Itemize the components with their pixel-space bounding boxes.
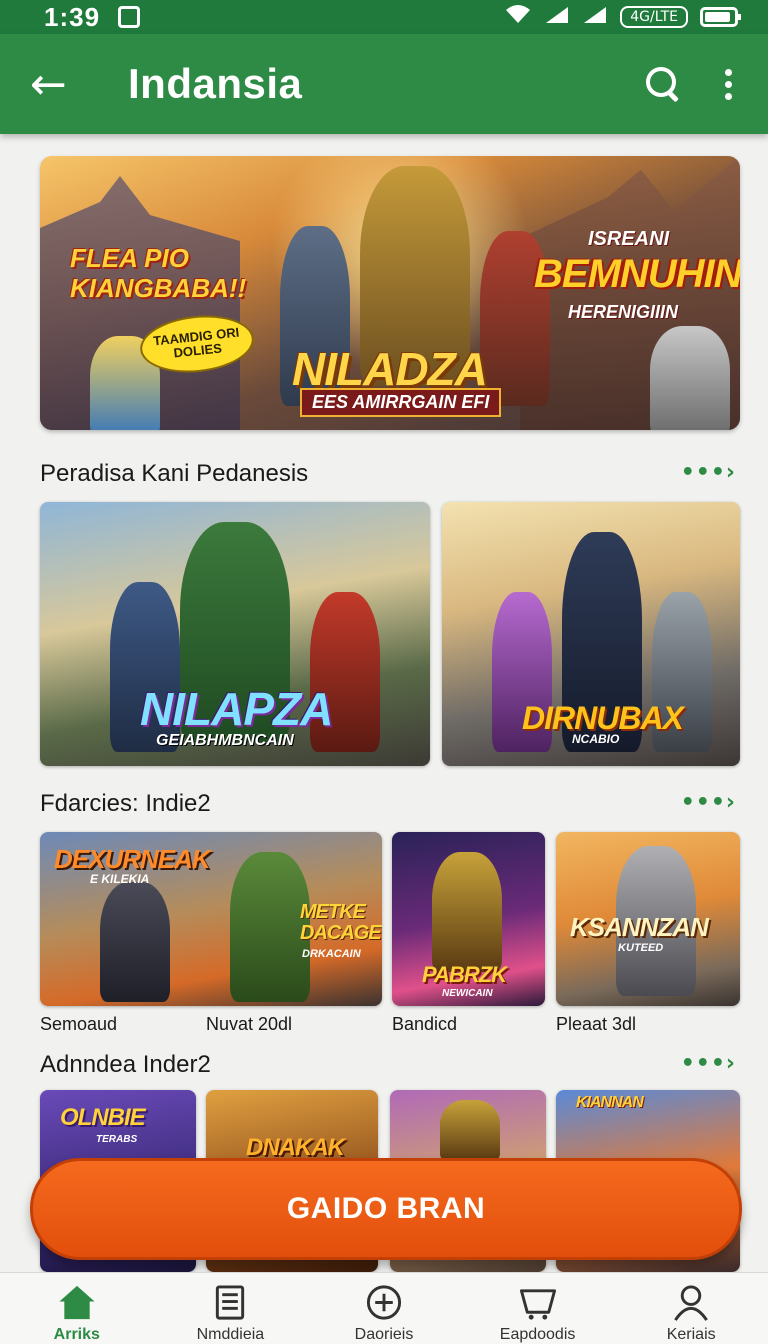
page-title: Indansia <box>128 60 303 107</box>
game-card[interactable]: KSANNZAN KUTEED <box>556 832 740 1006</box>
hero-logo-sub: EES AMIRRGAIN EFI <box>300 388 502 417</box>
status-time: 1:39 <box>44 1 101 32</box>
add-circle-icon <box>366 1285 402 1320</box>
nav-label: Eapdoodis <box>499 1326 576 1343</box>
app-bar-actions <box>646 67 738 101</box>
search-icon[interactable] <box>646 67 680 101</box>
app-bar: ← Indansia <box>0 34 768 134</box>
wifi-icon <box>504 3 532 31</box>
nav-item-news[interactable]: Nmddieia <box>154 1273 308 1344</box>
card-art <box>230 852 310 1002</box>
section-title: Adnndea Inder2 <box>40 1051 211 1078</box>
card-art <box>440 1100 500 1160</box>
cta-button[interactable]: GAIDO BRAN <box>30 1158 742 1260</box>
status-bar: 1:39 4G/LTE <box>0 0 768 34</box>
news-icon <box>216 1285 245 1320</box>
hero-left-line1: FLEA PIO <box>70 243 189 273</box>
card-caption: Nuvat 20dl <box>206 1014 293 1034</box>
arrow-left-icon[interactable]: ← <box>30 59 86 110</box>
nav-label: Daorieis <box>354 1326 414 1343</box>
nav-label: Arriks <box>53 1326 100 1343</box>
network-badge: 4G/LTE <box>620 6 688 28</box>
hero-left-text: FLEA PIO KIANGBABA!! <box>70 243 247 304</box>
cta-label: GAIDO BRAN <box>286 1192 486 1225</box>
game-card[interactable]: DIRNUBAX NCABIO <box>442 502 740 766</box>
card-subtitle: GEIABHMBNCAIN <box>156 732 294 749</box>
more-icon[interactable]: •••› <box>681 1051 736 1076</box>
hero-left-line2: KIANGBABA!! <box>70 272 247 303</box>
hero-right-sub: HERENIGIIIN <box>568 302 679 322</box>
nav-item-add[interactable]: Daorieis <box>307 1273 461 1344</box>
card-caption: Bandicd <box>392 1014 458 1034</box>
card-subtitle: E KILEKIA <box>90 872 150 886</box>
status-icons: 4G/LTE <box>504 3 741 31</box>
cart-icon <box>519 1289 556 1320</box>
note-icon <box>118 6 141 28</box>
nav-item-cart[interactable]: Eapdoodis <box>461 1273 615 1344</box>
more-icon[interactable]: •••› <box>681 790 736 815</box>
game-card[interactable]: NILAPZA GEIABHMBNCAIN <box>40 502 430 766</box>
card-title: OLNBIE <box>60 1104 146 1131</box>
profile-icon <box>674 1285 708 1321</box>
more-icon[interactable]: •••› <box>681 460 736 485</box>
section-title: Peradisa Kani Pedanesis <box>40 460 309 487</box>
card-art <box>432 852 502 972</box>
hero-right-big: BEMNUHIN <box>534 252 740 296</box>
card-title: PABRZK <box>422 962 507 987</box>
card-title: KSANNZAN <box>570 912 709 942</box>
nav-item-profile[interactable]: Keriais <box>614 1273 768 1344</box>
card-art <box>100 882 170 1002</box>
signal-icon <box>544 5 570 30</box>
nav-item-home[interactable]: Arriks <box>0 1273 154 1344</box>
bottom-nav: Arriks Nmddieia Daorieis Eapdoodis Keria… <box>0 1272 768 1344</box>
card-extra-subtitle: DRKACAIN <box>302 948 361 960</box>
nav-label: Keriais <box>666 1326 716 1343</box>
card-title: KIANNAN <box>576 1094 644 1111</box>
card-caption: Pleaat 3dl <box>556 1014 637 1034</box>
signal-icon <box>582 5 608 30</box>
card-title: DEXURNEAK <box>54 844 211 874</box>
card-subtitle: TERABS <box>96 1134 138 1145</box>
hero-right-small: ISREANI <box>588 228 670 250</box>
card-extra-title: METKE DACAGE <box>300 901 382 944</box>
nav-label: Nmddieia <box>196 1326 265 1343</box>
hero-banner[interactable]: FLEA PIO KIANGBABA!! TAAMDIG ORI DOLIES … <box>40 156 740 430</box>
card-subtitle: KUTEED <box>618 942 664 954</box>
card-subtitle: NCABIO <box>572 732 620 746</box>
game-card[interactable]: PABRZK NEWICAIN <box>392 832 545 1006</box>
card-caption: Semoaud <box>40 1014 118 1034</box>
section-title: Fdarcies: Indie2 <box>40 790 211 817</box>
home-icon <box>59 1285 95 1320</box>
battery-icon <box>700 7 741 27</box>
card-subtitle: NEWICAIN <box>442 988 493 999</box>
game-card[interactable]: DEXURNEAK E KILEKIA METKE DACAGE DRKACAI… <box>40 832 382 1006</box>
hero-character <box>650 326 730 430</box>
card-title: NILAPZA <box>140 683 333 735</box>
more-vert-icon[interactable] <box>718 68 738 100</box>
